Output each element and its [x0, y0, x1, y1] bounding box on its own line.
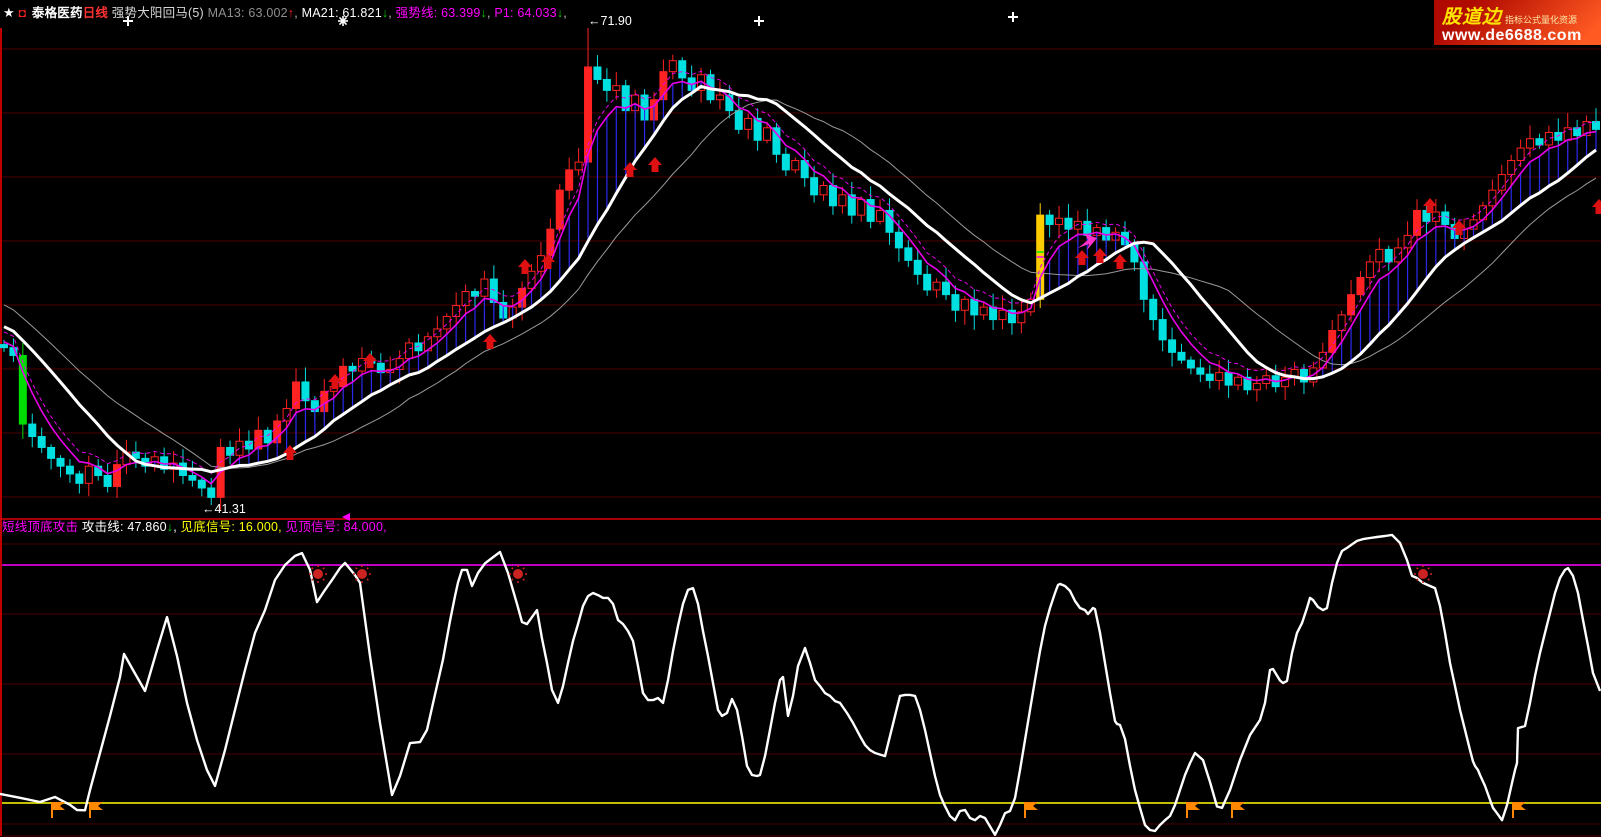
text-segment: 见顶信号: 84.000, — [286, 520, 387, 534]
favorite-star-icon[interactable]: ★ — [3, 5, 15, 20]
oscillator-panel[interactable] — [0, 535, 1601, 835]
grid-lines — [0, 28, 1601, 836]
brand-tagline: 指标公式量化资源 — [1505, 15, 1577, 25]
text-segment: , — [173, 520, 180, 534]
text-segment: 日线 — [83, 6, 108, 20]
text-segment: P1: 64.033 — [494, 6, 556, 20]
app-window: ←71.90 ←41.31 ★ ◘ 泰格医药日线 强势大阳回马(5) MA13: 63… — [0, 0, 1601, 837]
indicator-values-row: 泰格医药日线 强势大阳回马(5) MA13: 63.002↑, MA21: 61… — [32, 6, 567, 20]
ad-banner[interactable]: 股道边指标公式量化资源 www.de6688.com — [1434, 0, 1601, 45]
text-segment: 攻击线: 47.860 — [82, 520, 167, 534]
text-segment: 短线顶底攻击 — [2, 520, 82, 534]
text-segment: 强势大阳回马(5) — [108, 6, 207, 20]
chart-header: ★ ◘ 泰格医药日线 强势大阳回马(5) MA13: 63.002↑, MA21: … — [0, 0, 567, 26]
text-segment: , — [294, 6, 301, 20]
bottom-signal-flag-icons — [52, 802, 1526, 818]
brand-url[interactable]: www.de6688.com — [1442, 27, 1595, 45]
sub-indicator-header: 短线顶底攻击 攻击线: 47.860↓, 见底信号: 16.000, 见顶信号:… — [2, 519, 387, 536]
text-segment: MA21: 61.821 — [302, 6, 382, 20]
svg-text:←71.90: ←71.90 — [588, 14, 632, 28]
app-logo-icon[interactable]: ◘ — [19, 6, 26, 20]
brand-logo-text: 股道边 — [1442, 7, 1502, 28]
chart-canvas[interactable]: ←71.90 ←41.31 — [0, 0, 1601, 837]
trend-hatch-fill — [155, 81, 1596, 468]
banner-brand-row: 股道边指标公式量化资源 — [1442, 2, 1595, 29]
oscillator-line — [0, 535, 1600, 835]
text-segment: 强势线: 63.399 — [396, 6, 481, 20]
candlestick-panel[interactable] — [1, 28, 1600, 511]
text-segment: MA13: 63.002 — [208, 6, 288, 20]
text-segment: 见底信号: 16.000, — [181, 520, 286, 534]
text-segment: , — [388, 6, 395, 20]
text-segment: , — [563, 6, 567, 20]
text-segment: 泰格医药 — [32, 6, 83, 20]
svg-text:←41.31: ←41.31 — [202, 502, 246, 516]
